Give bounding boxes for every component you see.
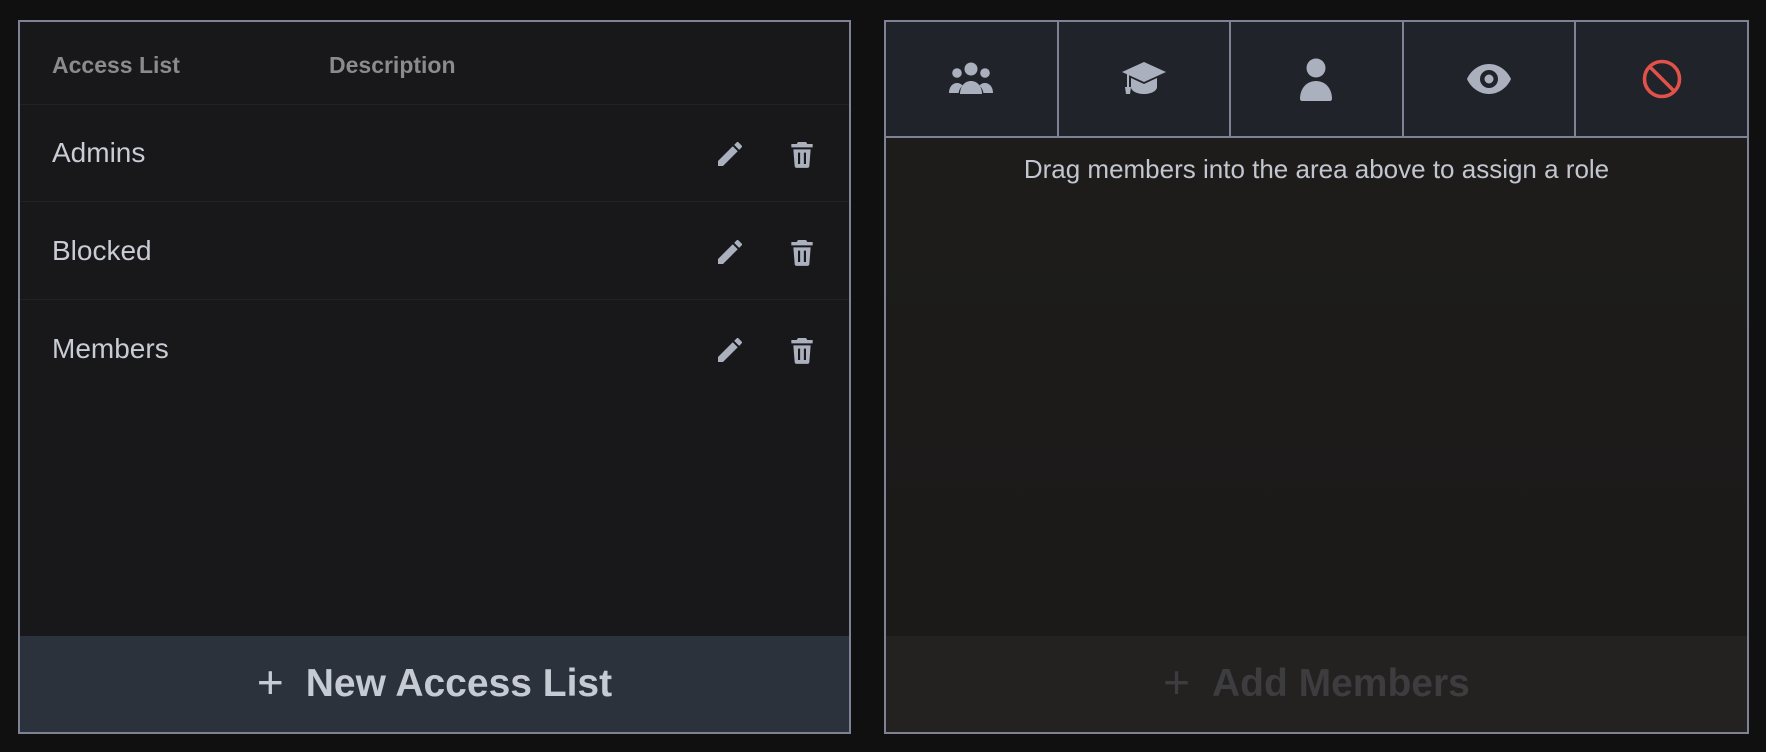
role-slot-blocked[interactable] [1576, 22, 1747, 136]
plus-icon: + [1163, 656, 1190, 708]
ban-icon [1642, 59, 1681, 99]
access-list-name: Members [52, 333, 169, 364]
access-list-name: Blocked [52, 235, 152, 266]
role-slot-graduate[interactable] [1059, 22, 1232, 136]
trash-icon[interactable] [786, 236, 818, 268]
add-members-label: Add Members [1211, 662, 1470, 705]
pencil-icon[interactable] [714, 334, 746, 366]
eye-icon [1467, 64, 1512, 94]
new-access-list-label: New Access List [305, 662, 613, 705]
access-list-table-header: Access List Description [20, 22, 849, 105]
role-drop-bar [886, 22, 1747, 138]
add-members-button[interactable]: + Add Members [886, 636, 1747, 732]
new-access-list-button[interactable]: + New Access List [20, 636, 849, 732]
column-header-description: Description [329, 52, 456, 78]
access-list-panel: Access List Description Admins Blocked M… [18, 20, 851, 734]
users-group-icon [949, 62, 994, 94]
access-list-name: Admins [52, 137, 146, 168]
trash-icon[interactable] [786, 138, 818, 170]
role-drop-hint: Drag members into the area above to assi… [1023, 154, 1610, 184]
column-header-access-list: Access List [52, 52, 180, 78]
plus-icon: + [256, 656, 284, 708]
role-slot-group[interactable] [886, 22, 1059, 136]
access-list-row[interactable]: Members [20, 300, 849, 397]
graduation-cap-icon [1121, 62, 1166, 94]
user-icon [1300, 58, 1333, 101]
pencil-icon[interactable] [714, 236, 746, 268]
access-list-row[interactable]: Admins [20, 104, 849, 202]
trash-icon[interactable] [786, 334, 818, 366]
role-assignment-panel: Drag members into the area above to assi… [884, 20, 1749, 734]
access-list-row[interactable]: Blocked [20, 202, 849, 300]
role-slot-viewer[interactable] [1404, 22, 1577, 136]
role-slot-user[interactable] [1231, 22, 1404, 136]
pencil-icon[interactable] [714, 138, 746, 170]
